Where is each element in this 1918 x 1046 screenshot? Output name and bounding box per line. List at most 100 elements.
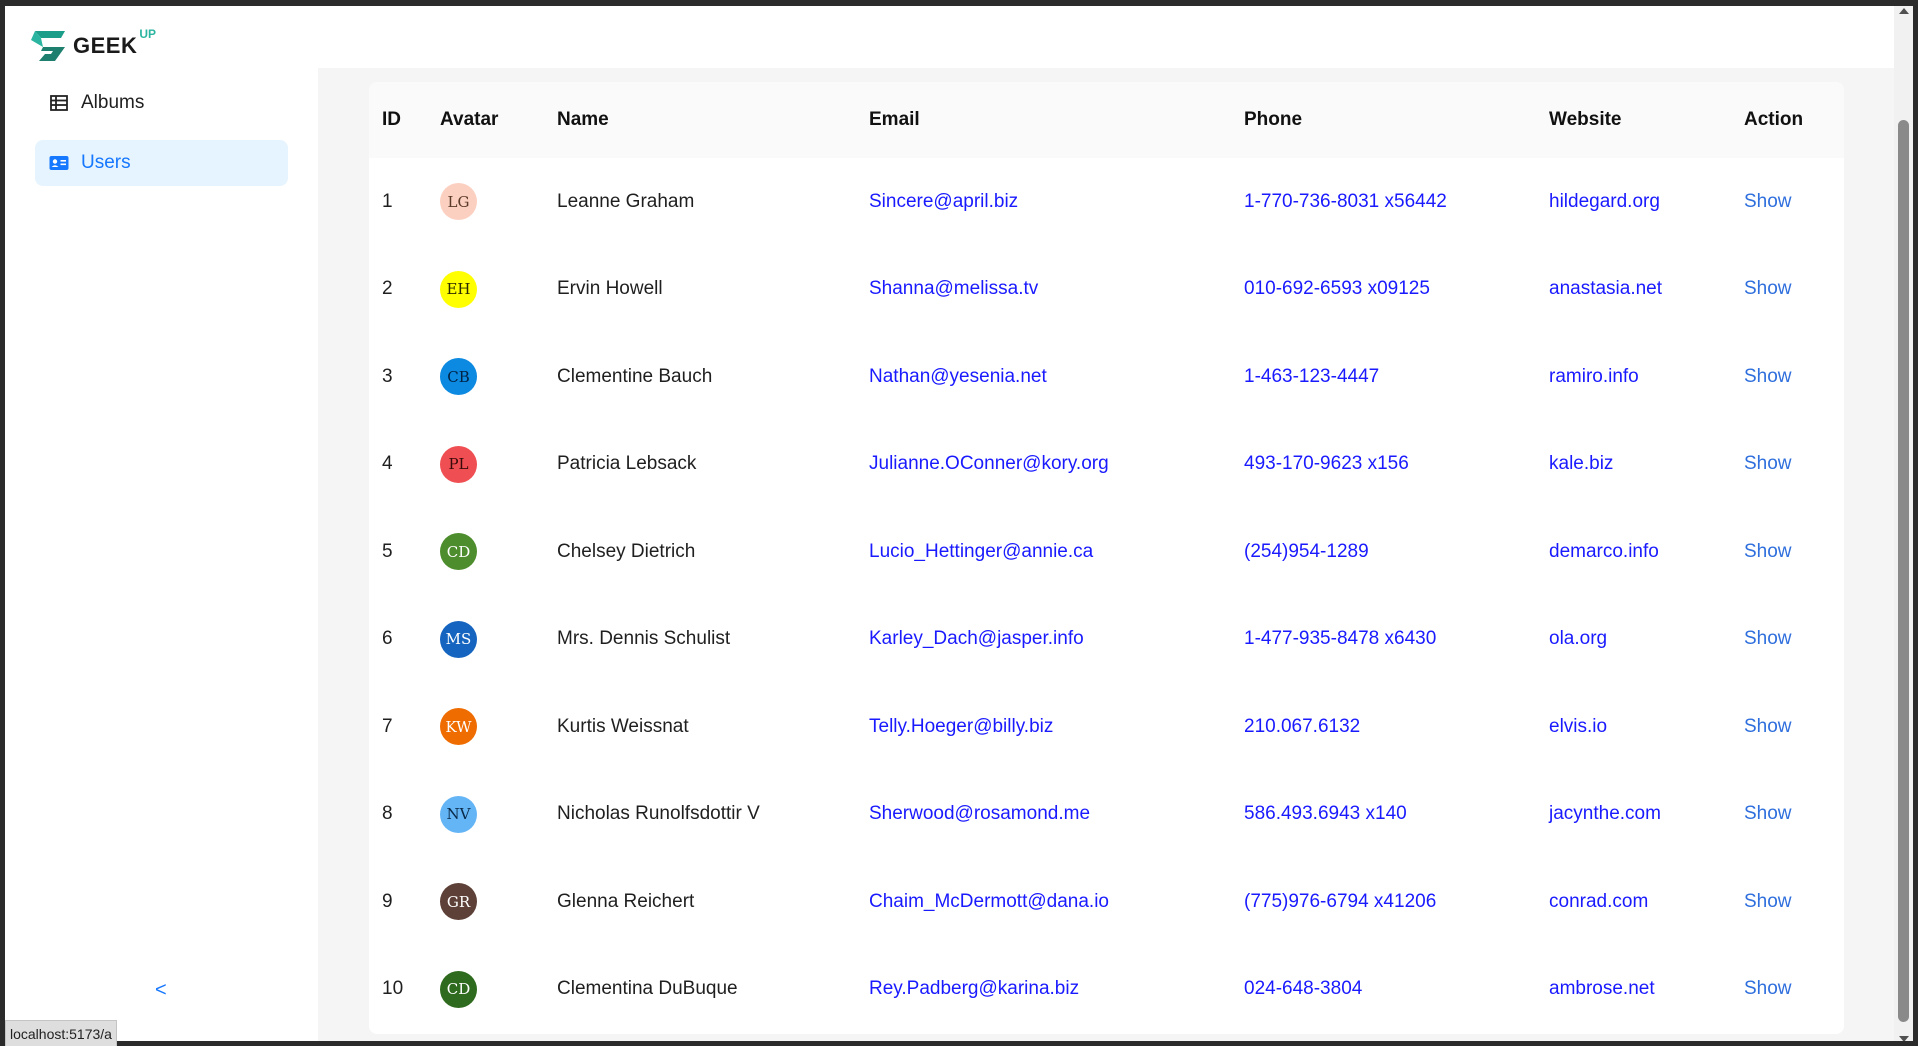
logo-superscript: UP (139, 27, 157, 41)
website-link[interactable]: demarco.info (1549, 541, 1659, 562)
cell-id: 9 (382, 890, 393, 912)
email-link[interactable]: Sincere@april.biz (869, 191, 1018, 212)
cell-avatar: CD (427, 946, 544, 1034)
website-link[interactable]: conrad.com (1549, 891, 1648, 912)
cell-action: Show (1731, 946, 1844, 1034)
cell-id: 5 (382, 540, 393, 562)
website-link[interactable]: elvis.io (1549, 716, 1607, 737)
scroll-up-arrow-icon[interactable] (1899, 8, 1909, 14)
email-link[interactable]: Karley_Dach@jasper.info (869, 628, 1084, 649)
cell-action: Show (1731, 333, 1844, 421)
column-header-avatar: Avatar (427, 82, 544, 158)
website-link[interactable]: jacynthe.com (1549, 803, 1661, 824)
scroll-down-arrow-icon[interactable] (1899, 1036, 1909, 1042)
website-link[interactable]: ramiro.info (1549, 366, 1639, 387)
email-link[interactable]: Lucio_Hettinger@annie.ca (869, 541, 1093, 562)
phone-link[interactable]: (254)954-1289 (1244, 541, 1369, 562)
email-link[interactable]: Nathan@yesenia.net (869, 366, 1047, 387)
email-link[interactable]: Chaim_McDermott@dana.io (869, 891, 1109, 912)
column-header-name: Name (544, 82, 856, 158)
phone-link[interactable]: 586.493.6943 x140 (1244, 803, 1407, 824)
app-window: GEEK UP Albums Users < ID Avatar Name Em… (5, 6, 1894, 1046)
phone-link[interactable]: 210.067.6132 (1244, 716, 1360, 737)
phone-link[interactable]: 1-463-123-4447 (1244, 366, 1379, 387)
phone-link[interactable]: 1-477-935-8478 x6430 (1244, 628, 1436, 649)
avatar: EH (440, 270, 477, 308)
cell-phone: 010-692-6593 x09125 (1231, 246, 1536, 334)
show-user-button[interactable]: Show (1744, 541, 1792, 562)
show-user-button[interactable]: Show (1744, 891, 1792, 912)
email-link[interactable]: Shanna@melissa.tv (869, 278, 1038, 299)
phone-link[interactable]: 024-648-3804 (1244, 978, 1362, 999)
cell-id: 10 (382, 978, 404, 1000)
main-content: ID Avatar Name Email Phone Website Actio… (318, 68, 1894, 1046)
show-user-button[interactable]: Show (1744, 978, 1792, 999)
users-table-grid: ID Avatar Name Email Phone Website Actio… (369, 82, 1844, 1033)
cell-phone: 210.067.6132 (1231, 683, 1536, 771)
sidebar-item-albums[interactable]: Albums (35, 80, 288, 126)
cell-avatar: NV (427, 771, 544, 859)
avatar: CD (440, 970, 477, 1008)
show-user-button[interactable]: Show (1744, 278, 1792, 299)
cell-email: Shanna@melissa.tv (856, 246, 1231, 334)
cell-id: 2 (382, 278, 393, 300)
cell-name: Patricia Lebsack (557, 453, 697, 475)
table-row: 3 CB Clementine Bauch Nathan@yesenia.net 1-4… (369, 333, 1844, 421)
vertical-scrollbar[interactable] (1894, 6, 1913, 1046)
cell-action: Show (1731, 508, 1844, 596)
show-user-button[interactable]: Show (1744, 803, 1792, 824)
show-user-button[interactable]: Show (1744, 366, 1792, 387)
collapse-sidebar-button[interactable]: < (155, 979, 167, 1002)
phone-link[interactable]: 010-692-6593 x09125 (1244, 278, 1430, 299)
sidebar-item-label: Users (81, 152, 131, 173)
website-link[interactable]: kale.biz (1549, 453, 1613, 474)
logo[interactable]: GEEK UP (29, 27, 157, 64)
avatar: CB (440, 358, 477, 396)
table-row: 8 NV Nicholas Runolfsdottir V Sherwood@rosa… (369, 771, 1844, 859)
geekup-logo-icon (31, 31, 65, 61)
cell-email: Chaim_McDermott@dana.io (856, 858, 1231, 946)
cell-website: hildegard.org (1536, 158, 1731, 246)
cell-phone: (775)976-6794 x41206 (1231, 858, 1536, 946)
website-link[interactable]: ola.org (1549, 628, 1607, 649)
avatar: NV (440, 795, 477, 833)
email-link[interactable]: Julianne.OConner@kory.org (869, 453, 1109, 474)
cell-avatar: EH (427, 246, 544, 334)
avatar: MS (440, 620, 477, 658)
show-user-button[interactable]: Show (1744, 716, 1792, 737)
website-link[interactable]: ambrose.net (1549, 978, 1655, 999)
phone-link[interactable]: 1-770-736-8031 x56442 (1244, 191, 1447, 212)
sidebar-item-label: Albums (81, 92, 145, 113)
show-user-button[interactable]: Show (1744, 191, 1792, 212)
cell-website: elvis.io (1536, 683, 1731, 771)
cell-email: Rey.Padberg@karina.biz (856, 946, 1231, 1034)
phone-link[interactable]: 493-170-9623 x156 (1244, 453, 1409, 474)
cell-email: Telly.Hoeger@billy.biz (856, 683, 1231, 771)
show-user-button[interactable]: Show (1744, 453, 1792, 474)
email-link[interactable]: Telly.Hoeger@billy.biz (869, 716, 1053, 737)
avatar: PL (440, 445, 477, 483)
cell-phone: 1-463-123-4447 (1231, 333, 1536, 421)
cell-avatar: PL (427, 421, 544, 509)
cell-website: anastasia.net (1536, 246, 1731, 334)
cell-id: 4 (382, 453, 393, 475)
email-link[interactable]: Sherwood@rosamond.me (869, 803, 1090, 824)
cell-email: Lucio_Hettinger@annie.ca (856, 508, 1231, 596)
email-link[interactable]: Rey.Padberg@karina.biz (869, 978, 1079, 999)
cell-avatar: GR (427, 858, 544, 946)
cell-name: Chelsey Dietrich (557, 540, 696, 562)
website-link[interactable]: anastasia.net (1549, 278, 1662, 299)
cell-email: Sincere@april.biz (856, 158, 1231, 246)
website-link[interactable]: hildegard.org (1549, 191, 1660, 212)
table-row: 2 EH Ervin Howell Shanna@melissa.tv 010-692-… (369, 246, 1844, 334)
avatar: KW (440, 708, 477, 746)
cell-website: demarco.info (1536, 508, 1731, 596)
show-user-button[interactable]: Show (1744, 628, 1792, 649)
phone-link[interactable]: (775)976-6794 x41206 (1244, 891, 1436, 912)
avatar: LG (440, 183, 477, 221)
cell-name: Mrs. Dennis Schulist (557, 628, 731, 650)
scrollbar-thumb[interactable] (1898, 120, 1909, 1022)
cell-name: Clementina DuBuque (557, 978, 738, 1000)
cell-name: Glenna Reichert (557, 890, 695, 912)
sidebar-item-users[interactable]: Users (35, 140, 288, 186)
